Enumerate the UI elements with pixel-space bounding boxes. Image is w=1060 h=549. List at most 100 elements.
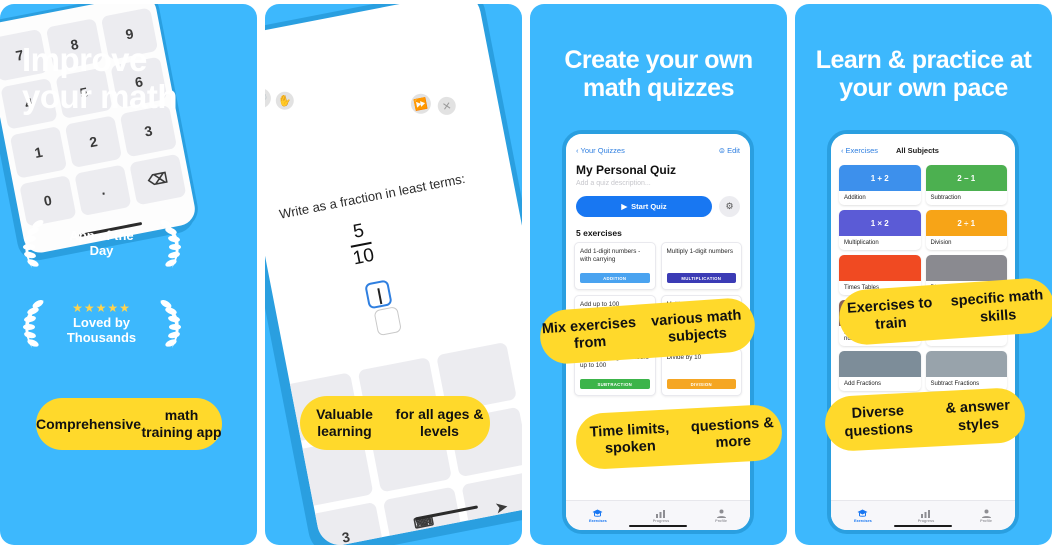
tab-label: Exercises bbox=[588, 518, 607, 523]
star-rating: ★★★★★ bbox=[72, 301, 131, 316]
tab-label: Exercises bbox=[853, 518, 872, 523]
back-button[interactable]: ‹ Your Quizzes bbox=[576, 146, 625, 155]
text-caret bbox=[377, 288, 382, 305]
panel-create-quizzes: Create your own math quizzes ‹ Your Quizz… bbox=[530, 4, 787, 545]
page-title: Improve your math bbox=[0, 41, 257, 116]
back-label: Exercises bbox=[845, 146, 879, 155]
app-store-screenshot-gallery: Improve your math 7 8 9 4 5 6 1 2 3 0 . ⌫ bbox=[0, 0, 1060, 549]
callout-valuable-learning: Valuable learning for all ages & levels bbox=[300, 396, 490, 450]
play-icon: ▶ bbox=[621, 202, 628, 211]
navigation-bar: ‹ Your Quizzes ⊜ Edit bbox=[566, 134, 750, 159]
graduation-cap-icon bbox=[592, 509, 603, 517]
panel-valuable-learning: 🔊 ✋ ⏩ ✕ Write as a fraction in least ter… bbox=[265, 4, 522, 545]
subject-label: Multiplication bbox=[844, 240, 879, 246]
tab-label: Profile bbox=[980, 518, 992, 523]
subject-label: Add Fractions bbox=[844, 381, 882, 387]
callout-diverse-questions: Diverse questions & answer styles bbox=[823, 386, 1027, 453]
subject-card[interactable]: 2 − 1 Subtraction bbox=[925, 165, 1007, 205]
headline-line-1: Improve your math bbox=[22, 41, 178, 115]
subject-badge: MULTIPLICATION bbox=[666, 273, 736, 283]
back-label: Your Quizzes bbox=[580, 146, 625, 155]
bottom-tab-bar: Exercises Progress Profile bbox=[831, 500, 1015, 530]
panel-improve-math: Improve your math 7 8 9 4 5 6 1 2 3 0 . ⌫ bbox=[0, 4, 257, 545]
tab-progress[interactable]: Progress bbox=[653, 509, 669, 523]
chevron-left-icon: ‹ bbox=[576, 146, 579, 155]
question-text: Write as a fraction in least terms: bbox=[277, 170, 467, 222]
keypad-key[interactable]: 2 bbox=[64, 115, 123, 168]
speaker-icon[interactable]: 🔊 bbox=[265, 86, 273, 110]
navigation-bar: ‹ Exercises All Subjects bbox=[831, 134, 1015, 159]
award-label: App of the Day bbox=[69, 228, 134, 258]
keypad-key[interactable]: ⌫ bbox=[129, 153, 187, 206]
exercise-card[interactable]: Multiply 1-digit numbers MULTIPLICATION bbox=[660, 242, 742, 290]
subject-label: Division bbox=[930, 240, 952, 246]
quiz-description-input[interactable]: Add a quiz description... bbox=[566, 177, 750, 187]
subject-badge: ADDITION bbox=[580, 273, 650, 283]
subject-card[interactable]: 1 × 2 Multiplication bbox=[839, 210, 921, 250]
subject-thumbnail bbox=[925, 351, 1007, 377]
page-title: Learn & practice at your own pace bbox=[815, 46, 1032, 102]
exercise-name: Add 1-digit numbers - with carrying bbox=[580, 248, 641, 264]
laurel-right-icon bbox=[159, 300, 181, 348]
tab-exercises[interactable]: Exercises bbox=[589, 509, 607, 523]
home-indicator bbox=[894, 524, 952, 527]
keypad-key[interactable]: . bbox=[74, 163, 132, 217]
subject-grid: 1 + 2 Addition 2 − 1 Subtraction 1 × 2 M… bbox=[831, 159, 1015, 391]
subject-label: Subtraction bbox=[930, 195, 961, 201]
quiz-title: My Personal Quiz bbox=[576, 163, 677, 177]
close-icon[interactable]: ✕ bbox=[436, 95, 458, 117]
edit-label: Edit bbox=[727, 146, 740, 155]
fraction-denominator: 10 bbox=[351, 244, 377, 270]
subject-card[interactable]: Add Fractions bbox=[839, 351, 921, 391]
award-badge-loved-by-thousands: ★★★★★ Loved by Thousands bbox=[14, 296, 189, 352]
home-indicator bbox=[629, 524, 687, 527]
page-title: Create your own math quizzes bbox=[564, 46, 753, 102]
laurel-left-icon bbox=[22, 300, 44, 348]
laurel-left-icon bbox=[22, 220, 44, 268]
answer-numerator-input[interactable] bbox=[364, 279, 393, 310]
fast-forward-icon[interactable]: ⏩ bbox=[409, 92, 433, 116]
laurel-right-icon bbox=[159, 220, 181, 268]
keypad-key[interactable]: 3 bbox=[305, 501, 387, 545]
award-badge-app-of-the-day: App of the Day bbox=[14, 216, 189, 272]
person-icon bbox=[716, 509, 726, 518]
subject-thumbnail: 1 × 2 bbox=[839, 210, 921, 236]
bar-chart-icon bbox=[656, 509, 666, 518]
screen-title: All Subjects bbox=[896, 146, 939, 155]
tab-profile[interactable]: Profile bbox=[715, 509, 727, 523]
person-icon bbox=[981, 509, 991, 518]
subject-badge: DIVISION bbox=[666, 379, 736, 389]
subject-card[interactable]: Subtract Fractions bbox=[925, 351, 1007, 391]
fraction-display: 5 10 bbox=[346, 220, 376, 269]
subject-thumbnail: 2 − 1 bbox=[925, 165, 1007, 191]
keypad-key[interactable]: 1 bbox=[9, 125, 68, 179]
subject-badge: SUBTRACTION bbox=[580, 379, 650, 389]
hand-icon[interactable]: ✋ bbox=[274, 90, 296, 112]
more-circle-icon: ⊜ bbox=[718, 146, 726, 155]
bottom-tab-bar: Exercises Progress Profile bbox=[566, 500, 750, 530]
callout-comprehensive: Comprehensive math training app bbox=[36, 398, 222, 450]
exercise-card[interactable]: Add 1-digit numbers - with carrying ADDI… bbox=[574, 242, 656, 290]
award-label: Loved by Thousands bbox=[66, 315, 137, 345]
chevron-left-icon: ‹ bbox=[841, 146, 844, 155]
gear-icon[interactable]: ⚙ bbox=[719, 196, 740, 217]
fraction-numerator: 5 bbox=[351, 220, 366, 243]
subject-thumbnail: 1 + 2 bbox=[839, 165, 921, 191]
tab-profile[interactable]: Profile bbox=[980, 509, 992, 523]
subject-label: Addition bbox=[844, 195, 866, 201]
callout-time-limits: Time limits, spoken questions & more bbox=[574, 403, 784, 471]
tab-label: Progress bbox=[917, 518, 935, 523]
answer-denominator-input[interactable] bbox=[373, 306, 402, 337]
tab-label: Profile bbox=[715, 518, 727, 523]
subject-thumbnail bbox=[839, 255, 921, 281]
back-button[interactable]: ‹ Exercises bbox=[841, 146, 878, 155]
tab-exercises[interactable]: Exercises bbox=[854, 509, 872, 523]
start-quiz-button[interactable]: ▶ Start Quiz bbox=[576, 196, 712, 217]
panel-learn-practice: Learn & practice at your own pace ‹ Exerc… bbox=[795, 4, 1052, 545]
tab-progress[interactable]: Progress bbox=[918, 509, 934, 523]
exercise-name: Multiply 1-digit numbers bbox=[666, 248, 734, 255]
edit-button[interactable]: ⊜ Edit bbox=[719, 146, 740, 155]
subject-card[interactable]: 1 + 2 Addition bbox=[839, 165, 921, 205]
subject-card[interactable]: 2 ÷ 1 Division bbox=[925, 210, 1007, 250]
tab-label: Progress bbox=[652, 518, 670, 523]
